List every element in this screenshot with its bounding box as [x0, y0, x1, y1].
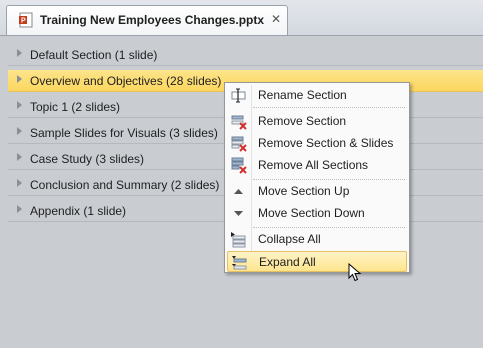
svg-text:P: P: [21, 18, 26, 25]
document-tab-title: Training New Employees Changes.pptx: [40, 13, 265, 27]
section-default[interactable]: Default Section (1 slide): [8, 44, 483, 66]
menu-item-expand-all[interactable]: Expand All: [227, 251, 407, 272]
remove-all-sections-icon: [231, 157, 247, 174]
collapse-all-icon: [231, 232, 246, 248]
menu-item-label: Expand All: [259, 255, 316, 269]
expand-all-icon: [232, 256, 247, 270]
move-down-icon: [234, 211, 243, 216]
section-label: Case Study (3 slides): [30, 152, 145, 166]
menu-item-move-section-up[interactable]: Move Section Up: [227, 181, 407, 202]
document-tab-strip: P Training New Employees Changes.pptx ✕: [0, 0, 483, 36]
document-tab[interactable]: P Training New Employees Changes.pptx ✕: [6, 5, 288, 35]
menu-item-label: Rename Section: [258, 88, 347, 102]
menu-separator: [253, 107, 405, 109]
expand-arrow-icon[interactable]: [17, 75, 22, 83]
menu-item-label: Remove Section & Slides: [258, 136, 394, 150]
menu-item-label: Remove All Sections: [258, 158, 369, 172]
section-label: Topic 1 (2 slides): [30, 100, 121, 114]
expand-arrow-icon[interactable]: [17, 101, 22, 109]
menu-item-collapse-all[interactable]: Collapse All: [227, 229, 407, 250]
section-label: Overview and Objectives (28 slides): [30, 74, 222, 88]
menu-item-rename-section[interactable]: Rename Section: [227, 85, 407, 106]
section-label: Sample Slides for Visuals (3 slides): [30, 126, 218, 140]
expand-arrow-icon[interactable]: [17, 153, 22, 161]
rename-section-icon: [231, 88, 246, 103]
powerpoint-file-icon: P: [19, 12, 33, 28]
menu-item-move-section-down[interactable]: Move Section Down: [227, 203, 407, 224]
menu-item-label: Move Section Down: [258, 206, 365, 220]
section-label: Appendix (1 slide): [30, 204, 127, 218]
move-up-icon: [234, 189, 243, 194]
expand-arrow-icon[interactable]: [17, 127, 22, 135]
mouse-pointer-icon: [348, 263, 362, 282]
expand-arrow-icon[interactable]: [17, 179, 22, 187]
expand-arrow-icon[interactable]: [17, 49, 22, 57]
menu-item-remove-section[interactable]: Remove Section: [227, 111, 407, 132]
section-context-menu: Rename Section Remove Section Remove Sec…: [224, 82, 410, 273]
section-label: Default Section (1 slide): [30, 48, 158, 62]
menu-item-label: Move Section Up: [258, 184, 350, 198]
section-label: Conclusion and Summary (2 slides): [30, 178, 220, 192]
remove-section-slides-icon: [231, 136, 247, 152]
close-icon[interactable]: ✕: [269, 12, 283, 26]
menu-item-label: Remove Section: [258, 114, 347, 128]
menu-item-remove-section-slides[interactable]: Remove Section & Slides: [227, 133, 407, 154]
remove-section-icon: [231, 115, 247, 130]
menu-item-remove-all-sections[interactable]: Remove All Sections: [227, 155, 407, 176]
menu-item-label: Collapse All: [258, 232, 321, 246]
expand-arrow-icon[interactable]: [17, 205, 22, 213]
